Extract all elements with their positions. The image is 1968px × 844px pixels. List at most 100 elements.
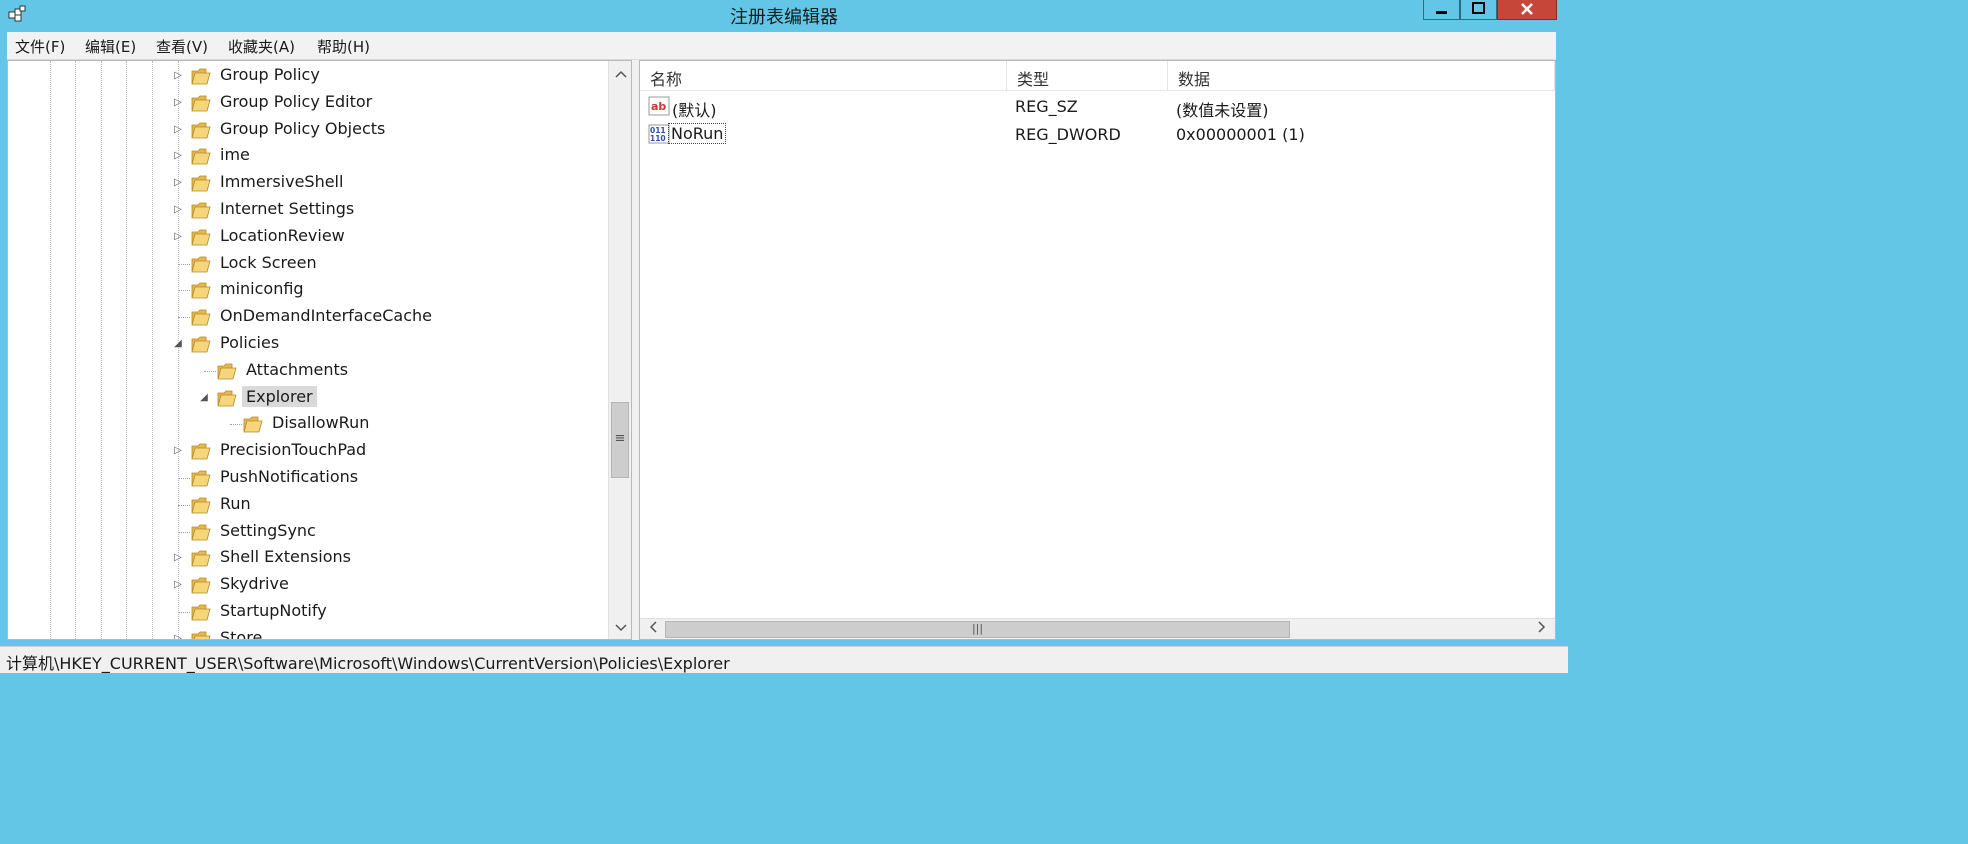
expand-arrow-icon[interactable]: ▷ — [173, 177, 183, 189]
maximize-button[interactable] — [1460, 0, 1497, 20]
tree-connector — [178, 504, 190, 506]
menu-file[interactable]: 文件(F) — [15, 36, 65, 57]
tree-node[interactable]: ▷ Skydrive — [173, 572, 593, 598]
collapse-arrow-icon[interactable]: ◢ — [173, 338, 183, 350]
folder-icon — [191, 443, 211, 460]
scroll-up-button[interactable] — [609, 63, 631, 85]
tree-node[interactable]: Run — [173, 492, 593, 518]
status-bar: 计算机\HKEY_CURRENT_USER\Software\Microsoft… — [0, 646, 1568, 673]
value-name: (默认) — [672, 101, 717, 120]
string-value-icon: ab — [648, 96, 670, 116]
menu-edit[interactable]: 编辑(E) — [85, 36, 136, 57]
tree-node-label: Skydrive — [220, 574, 289, 594]
tree-node[interactable]: OnDemandInterfaceCache — [173, 304, 593, 330]
folder-icon — [191, 550, 211, 567]
tree-node[interactable]: ◢ Policies — [173, 331, 593, 357]
scroll-left-button[interactable] — [641, 619, 664, 639]
tree-node-label: LocationReview — [220, 225, 345, 245]
tree-node[interactable]: ▷ Group Policy — [173, 63, 593, 89]
tree-node[interactable]: miniconfig — [173, 277, 593, 303]
expand-arrow-icon[interactable]: ▷ — [173, 633, 183, 639]
tree-connector — [178, 478, 190, 479]
column-header-data[interactable]: 数据 — [1168, 61, 1555, 91]
tree-node[interactable]: ▷ LocationReview — [173, 224, 593, 250]
tree-node-label: Group Policy Objects — [220, 118, 386, 138]
tree-node[interactable]: Attachments — [199, 358, 619, 384]
menu-help[interactable]: 帮助(H) — [317, 36, 370, 57]
tree-node-label: miniconfig — [220, 279, 304, 299]
pane-splitter[interactable] — [632, 60, 639, 640]
title-bar: 注册表编辑器 — [0, 0, 1568, 32]
close-button[interactable] — [1497, 0, 1557, 20]
expand-arrow-icon[interactable]: ▷ — [173, 97, 183, 109]
expand-arrow-icon[interactable]: ▷ — [173, 445, 183, 457]
menu-bar: 文件(F) 编辑(E) 查看(V) 收藏夹(A) 帮助(H) — [7, 32, 1556, 60]
tree-connector — [178, 263, 190, 265]
value-type: REG_DWORD — [1015, 125, 1121, 144]
tree-node[interactable]: ▷ Shell Extensions — [173, 545, 593, 571]
maximize-icon — [1472, 2, 1485, 14]
minimize-icon — [1436, 11, 1447, 14]
menu-view[interactable]: 查看(V) — [156, 36, 208, 57]
tree-node[interactable]: DisallowRun — [225, 411, 631, 437]
tree-node[interactable]: ▷ ImmersiveShell — [173, 170, 593, 196]
tree-node[interactable]: StartupNotify — [173, 599, 593, 625]
folder-icon — [191, 122, 211, 138]
folder-icon — [191, 229, 211, 246]
tree-connector — [178, 290, 190, 292]
registry-values-list[interactable]: 名称 类型 数据 ab (默认) REG_SZ (数值未设置) 011 110 … — [639, 60, 1556, 640]
value-row[interactable]: 011 110 NoRun REG_DWORD 0x00000001 (1) — [640, 121, 1555, 149]
expand-arrow-icon[interactable]: ▷ — [173, 124, 183, 136]
menu-favorites[interactable]: 收藏夹(A) — [228, 36, 295, 57]
tree-connector — [204, 370, 216, 372]
tree-node[interactable]: ▷ Store — [173, 626, 593, 640]
tree-node-label: Lock Screen — [220, 252, 317, 272]
expand-arrow-icon[interactable]: ▷ — [173, 150, 183, 162]
value-name: NoRun — [668, 123, 727, 144]
tree-node[interactable]: ◢ Explorer — [199, 385, 619, 411]
close-icon — [1521, 3, 1533, 15]
chevron-left-icon — [649, 621, 657, 633]
scrollbar-thumb[interactable]: ||| — [665, 621, 1290, 638]
expand-arrow-icon[interactable]: ▷ — [173, 231, 183, 243]
tree-node-label: ime — [220, 145, 250, 165]
folder-icon — [191, 497, 211, 514]
scrollbar-thumb[interactable]: ≡ — [611, 402, 629, 478]
binary-value-icon: 011 110 — [648, 124, 670, 144]
collapse-arrow-icon[interactable]: ◢ — [199, 392, 209, 404]
tree-node[interactable]: PushNotifications — [173, 465, 593, 491]
value-data: (数值未设置) — [1176, 101, 1269, 120]
tree-node[interactable]: ▷ Group Policy Objects — [173, 117, 593, 143]
tree-node[interactable]: ▷ Group Policy Editor — [173, 90, 593, 116]
tree-node[interactable]: ▷ Internet Settings — [173, 197, 593, 223]
folder-icon — [191, 256, 211, 272]
tree-connector — [178, 612, 190, 613]
expand-arrow-icon[interactable]: ▷ — [173, 204, 183, 216]
tree-node-label: Store — [220, 627, 263, 640]
column-header-name[interactable]: 名称 — [640, 61, 1007, 91]
tree-node-label: Run — [220, 493, 251, 513]
tree-node[interactable]: ▷ PrecisionTouchPad — [173, 438, 593, 464]
tree-node[interactable]: SettingSync — [173, 519, 593, 545]
expand-arrow-icon[interactable]: ▷ — [173, 552, 183, 564]
tree-node-label: Attachments — [246, 359, 349, 379]
chevron-right-icon — [1537, 621, 1545, 633]
folder-icon — [191, 336, 211, 353]
folder-icon — [191, 202, 211, 219]
tree-node[interactable]: ▷ ime — [173, 143, 593, 169]
scroll-down-button[interactable] — [609, 617, 631, 639]
scroll-right-button[interactable] — [1530, 619, 1553, 639]
status-path: 计算机\HKEY_CURRENT_USER\Software\Microsoft… — [6, 654, 730, 673]
tree-node-label: Shell Extensions — [220, 547, 351, 567]
folder-icon — [217, 390, 237, 406]
registry-key-tree[interactable]: ▷ Group Policy ▷ Group Policy Editor ▷ Group … — [7, 60, 632, 640]
tree-node-label: OnDemandInterfaceCache — [220, 306, 432, 326]
expand-arrow-icon[interactable]: ▷ — [173, 70, 183, 82]
column-header-type[interactable]: 类型 — [1007, 61, 1168, 91]
tree-vertical-scrollbar[interactable]: ≡ — [608, 61, 631, 639]
expand-arrow-icon[interactable]: ▷ — [173, 579, 183, 591]
tree-node[interactable]: Lock Screen — [173, 251, 593, 277]
list-horizontal-scrollbar[interactable]: ||| — [640, 618, 1555, 639]
minimize-button[interactable] — [1423, 0, 1460, 20]
value-row[interactable]: ab (默认) REG_SZ (数值未设置) — [640, 93, 1555, 121]
